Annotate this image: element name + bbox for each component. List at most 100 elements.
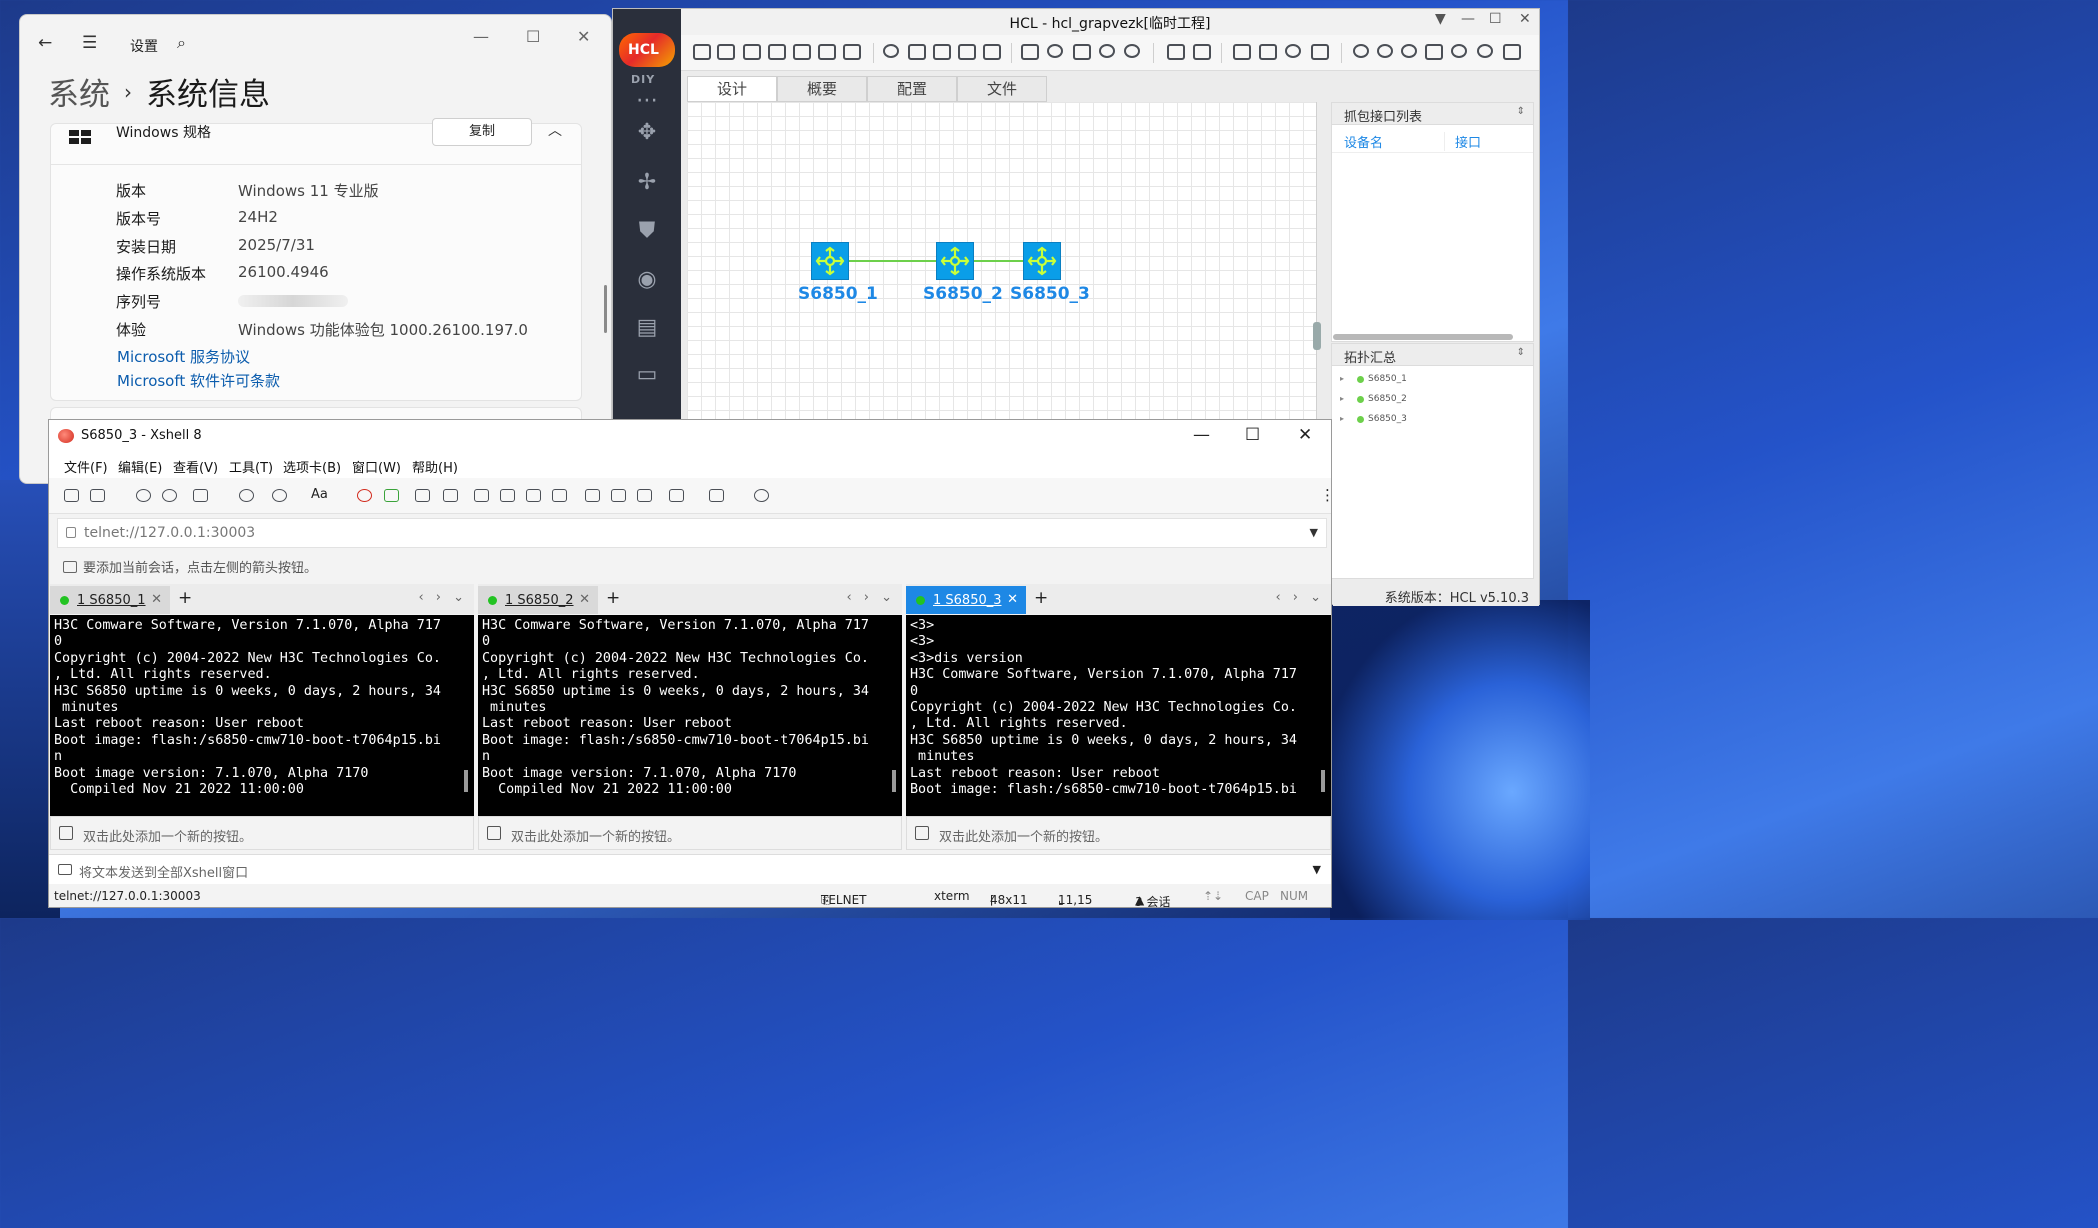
address-bar[interactable]: telnet://127.0.0.1:30003 ▼ — [57, 518, 1327, 548]
disconnect-icon[interactable] — [136, 489, 151, 502]
camera-icon[interactable] — [1311, 44, 1329, 60]
stop-icon[interactable] — [1193, 44, 1211, 60]
config-icon[interactable] — [1233, 44, 1251, 60]
topology-icon[interactable] — [1047, 44, 1063, 58]
topology-item[interactable]: ▸ S6850_2 — [1332, 390, 1533, 410]
minimize-icon[interactable]: — — [473, 27, 489, 46]
back-arrow-icon[interactable]: ← — [38, 33, 52, 53]
session-tab-s6850-1[interactable]: 1 S6850_1 ✕ — [50, 586, 170, 614]
terminal-output[interactable]: H3C Comware Software, Version 7.1.070, A… — [478, 615, 902, 816]
terminal-output[interactable]: H3C Comware Software, Version 7.1.070, A… — [50, 615, 474, 816]
panel-pin-icon[interactable]: ⇕ — [1517, 106, 1525, 117]
help-icon[interactable] — [1451, 44, 1467, 58]
menu-help[interactable]: 帮助(H) — [412, 457, 458, 476]
send-all-input[interactable]: 将文本发送到全部Xshell窗口 — [79, 862, 248, 881]
menu-tools[interactable]: 工具(T) — [229, 457, 273, 476]
start-icon[interactable] — [1167, 44, 1185, 60]
log-icon[interactable] — [526, 489, 541, 502]
quick-command-icon[interactable] — [611, 489, 626, 502]
add-tab-icon[interactable]: + — [606, 588, 620, 608]
globe-icon[interactable] — [272, 489, 287, 502]
link-s1-s2[interactable] — [849, 260, 937, 262]
terminal-scrollbar[interactable] — [1321, 770, 1325, 792]
minimize-icon[interactable]: — — [1193, 425, 1210, 445]
button-bar[interactable]: 双击此处添加一个新的按钮。 — [50, 816, 474, 850]
switch-icon[interactable]: ✢ — [633, 169, 661, 197]
open-icon[interactable] — [717, 44, 735, 60]
more-icon[interactable]: ⋮ — [1320, 486, 1335, 504]
cloud-icon[interactable] — [883, 44, 899, 58]
chevron-down-icon[interactable]: ▼ — [1310, 526, 1318, 539]
session-properties-icon[interactable] — [193, 489, 208, 502]
zoom-out-icon[interactable] — [1124, 44, 1140, 58]
device-s6850-3[interactable] — [1023, 242, 1061, 280]
chat-icon[interactable] — [754, 489, 769, 502]
breadcrumb-parent[interactable]: 系统 — [48, 77, 110, 113]
terminal-icon[interactable]: ▭ — [633, 361, 661, 389]
maximize-icon[interactable]: ☐ — [526, 27, 540, 46]
tab-nav-icons[interactable]: ‹ › ⌄ — [1275, 590, 1325, 605]
transfer-icon[interactable] — [384, 489, 399, 502]
dropdown-icon[interactable]: ▼ — [1435, 11, 1446, 27]
maximize-icon[interactable]: ☐ — [1245, 425, 1260, 445]
upload-icon[interactable] — [958, 44, 976, 60]
device-s6850-1[interactable] — [811, 242, 849, 280]
address-input[interactable]: telnet://127.0.0.1:30003 — [84, 525, 255, 541]
new-session-icon[interactable] — [64, 489, 79, 502]
tab-file[interactable]: 文件 — [957, 76, 1047, 102]
tab-design[interactable]: 设计 — [687, 76, 777, 102]
window-icon[interactable] — [1259, 44, 1277, 60]
close-tab-icon[interactable]: ✕ — [1007, 592, 1018, 607]
router-icon[interactable]: ✥ — [633, 119, 661, 147]
reconnect-icon[interactable] — [162, 489, 177, 502]
menu-window[interactable]: 窗口(W) — [352, 457, 401, 476]
download-icon[interactable] — [933, 44, 951, 60]
search-icon[interactable]: ⌕ — [177, 33, 186, 53]
hamburger-menu-icon[interactable]: ☰ — [82, 33, 97, 53]
link-s2-s3[interactable] — [973, 260, 1023, 262]
new-project-icon[interactable] — [693, 44, 711, 60]
tab-overview[interactable]: 概要 — [777, 76, 867, 102]
canvas-scrollbar[interactable] — [1313, 322, 1321, 350]
column-device[interactable]: 设备名 — [1344, 132, 1383, 151]
button-bar[interactable]: 双击此处添加一个新的按钮。 — [906, 816, 1331, 850]
save-icon[interactable] — [768, 44, 786, 60]
tab-config[interactable]: 配置 — [867, 76, 957, 102]
add-tab-icon[interactable]: + — [1034, 588, 1048, 608]
link-service-agreement[interactable]: Microsoft 服务协议 — [117, 346, 250, 367]
topology-item[interactable]: ▸ S6850_1 — [1332, 370, 1533, 390]
font-icon[interactable]: Aa — [311, 487, 328, 502]
script-icon[interactable] — [500, 489, 515, 502]
panel-pin-icon[interactable]: ⇕ — [1517, 347, 1525, 358]
link-license-terms[interactable]: Microsoft 软件许可条款 — [117, 370, 280, 391]
tools-icon[interactable] — [1353, 44, 1369, 58]
lock-icon[interactable] — [443, 489, 458, 502]
export-icon[interactable] — [818, 44, 836, 60]
tab-nav-icons[interactable]: ‹ › ⌄ — [418, 590, 468, 605]
notes-icon[interactable] — [637, 489, 652, 502]
chevron-down-icon[interactable]: ▼ — [1313, 863, 1321, 876]
session-tab-s6850-2[interactable]: 1 S6850_2 ✕ — [478, 586, 598, 614]
maximize-icon[interactable]: ☐ — [1489, 11, 1502, 27]
close-tab-icon[interactable]: ✕ — [579, 592, 590, 607]
device-s6850-2[interactable] — [936, 242, 974, 280]
new-tab-icon[interactable] — [669, 489, 684, 502]
screen-icon[interactable] — [1021, 44, 1039, 60]
menu-tabs[interactable]: 选项卡(B) — [283, 457, 341, 476]
compose-icon[interactable] — [552, 489, 567, 502]
diy-icon[interactable]: ⋯ — [633, 87, 661, 115]
edit-icon[interactable] — [843, 44, 861, 60]
chevron-up-icon[interactable]: ︿ — [548, 120, 562, 140]
menu-view[interactable]: 查看(V) — [173, 457, 218, 476]
scrollbar-thumb[interactable] — [604, 285, 607, 333]
folder-icon[interactable] — [743, 44, 761, 60]
close-icon[interactable]: ✕ — [577, 27, 590, 46]
menu-file[interactable]: 文件(F) — [64, 457, 108, 476]
session-add-icon[interactable] — [63, 561, 77, 573]
save-as-icon[interactable] — [793, 44, 811, 60]
terminal-scrollbar[interactable] — [464, 770, 468, 792]
column-interface[interactable]: 接口 — [1444, 132, 1481, 151]
server-icon[interactable]: ▤ — [633, 314, 661, 342]
scroll-arrows-icon[interactable]: ⇡⇣ — [1203, 889, 1223, 903]
topology-item[interactable]: ▸ S6850_3 — [1332, 410, 1533, 430]
